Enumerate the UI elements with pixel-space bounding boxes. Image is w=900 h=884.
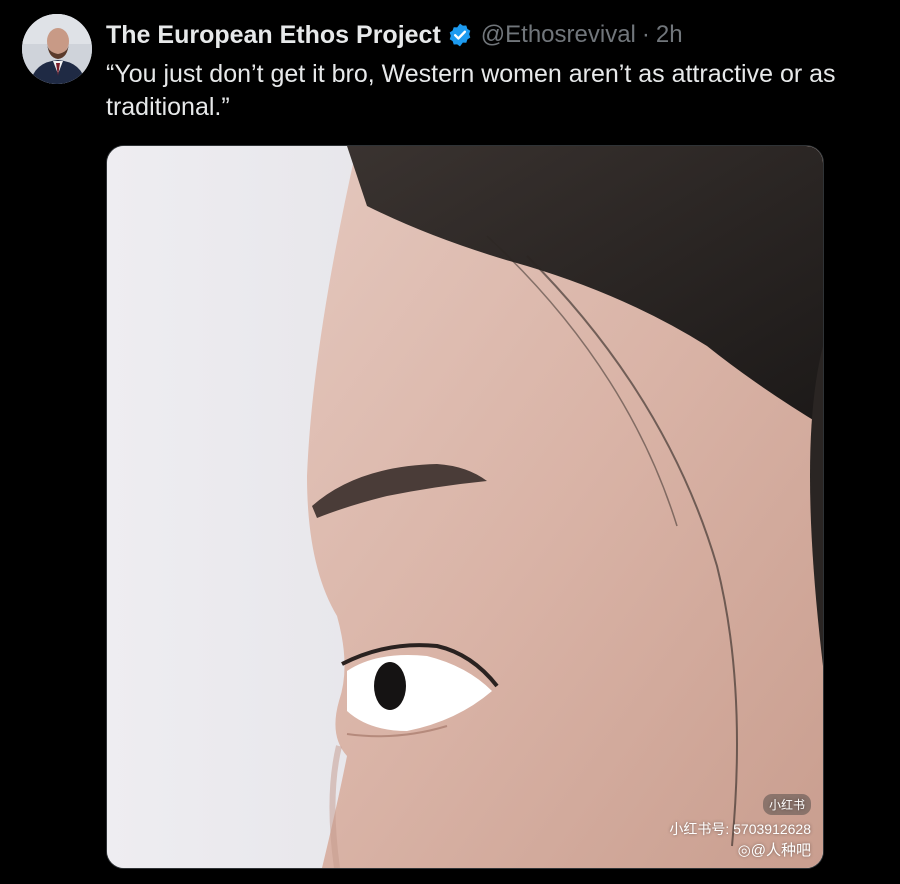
tweet-header: The European Ethos Project @Ethosrevival… xyxy=(106,18,683,52)
tweet[interactable]: The European Ethos Project @Ethosrevival… xyxy=(0,0,900,884)
tweet-media-image[interactable]: 小红书 小红书号: 5703912628 ◎@人种吧 xyxy=(106,145,824,869)
timestamp[interactable]: 2h xyxy=(656,21,683,49)
photo-profile-face xyxy=(107,146,823,868)
tweet-text: “You just don’t get it bro, Western wome… xyxy=(106,60,836,121)
display-name[interactable]: The European Ethos Project xyxy=(106,21,441,50)
watermark-source-text: ◎@人种吧 xyxy=(737,842,811,859)
avatar-photo xyxy=(22,14,92,84)
separator-dot: · xyxy=(641,21,650,48)
user-handle[interactable]: @Ethosrevival xyxy=(481,21,636,49)
watermark-logo: 小红书 xyxy=(762,794,811,815)
avatar[interactable] xyxy=(22,14,92,84)
watermark-id-text: 小红书号: 5703912628 xyxy=(669,821,811,837)
verified-badge-icon xyxy=(447,22,473,48)
image-watermark: 小红书 小红书号: 5703912628 ◎@人种吧 xyxy=(669,794,811,860)
